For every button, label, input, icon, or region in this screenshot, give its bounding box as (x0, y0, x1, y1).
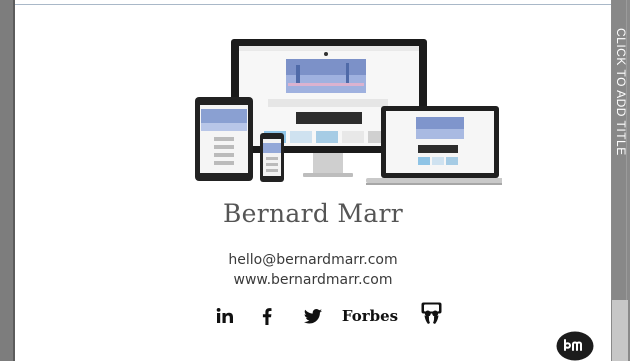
presenter-name: Bernard Marr (222, 199, 404, 228)
slide-canvas[interactable]: Bernard Marr hello@bernardmarr.com www.b… (15, 5, 611, 361)
bm-logo-icon (556, 331, 594, 361)
slideshare-icon (420, 302, 442, 325)
add-title-placeholder[interactable]: CLICK TO ADD TITLE (614, 28, 628, 156)
twitter-icon (303, 305, 323, 327)
title-placeholder-panel[interactable]: CLICK TO ADD TITLE (611, 0, 630, 361)
forbes-logo: Forbes (342, 305, 398, 327)
website-url: www.bernardmarr.com (233, 272, 393, 288)
responsive-devices-illustration (195, 39, 502, 185)
left-editor-margin (0, 0, 13, 361)
forbes-wordmark: Forbes (341, 307, 399, 325)
email-address: hello@bernardmarr.com (228, 252, 398, 268)
linkedin-icon (214, 305, 236, 327)
facebook-icon (260, 305, 274, 327)
panel-lower-section (612, 300, 628, 361)
